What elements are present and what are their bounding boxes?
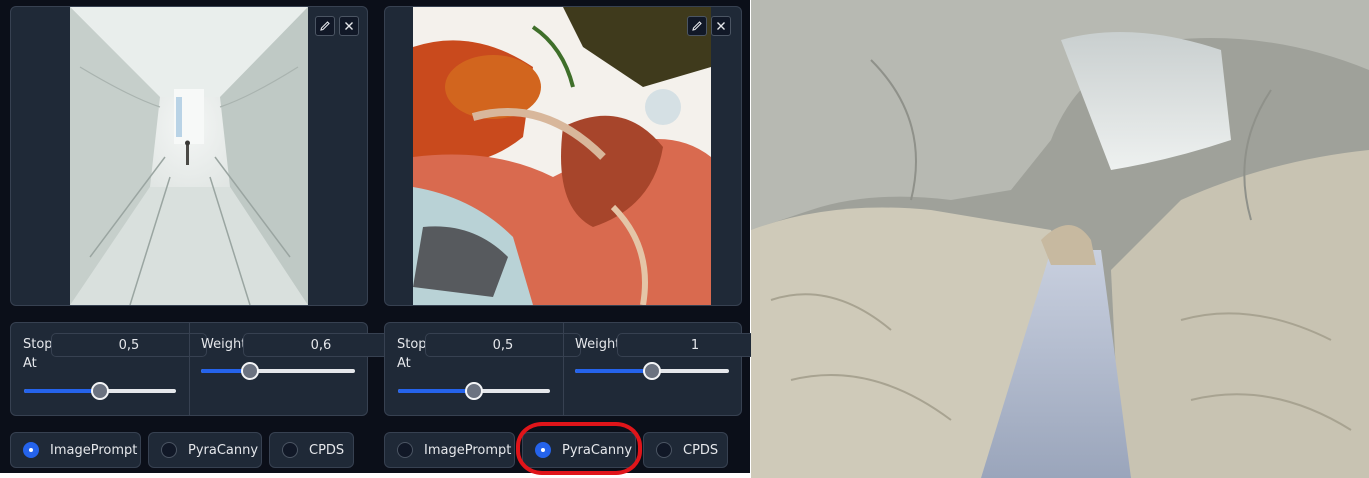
radio-dot — [535, 442, 551, 458]
stop-at-slider[interactable] — [398, 382, 550, 400]
stop-at-slider[interactable] — [24, 382, 176, 400]
stop-at-control: Stop At 0,5 — [385, 323, 581, 415]
radio-imageprompt[interactable]: ImagePrompt — [10, 432, 141, 468]
radio-label: ImagePrompt — [424, 442, 512, 458]
radio-label: CPDS — [683, 442, 719, 458]
stop-at-control: Stop At 0,5 — [11, 323, 207, 415]
weight-label: Weight — [201, 337, 247, 352]
slider-thumb[interactable] — [465, 382, 483, 400]
radio-dot — [282, 442, 298, 458]
radio-dot — [23, 442, 39, 458]
stop-at-label: Stop — [397, 337, 427, 352]
image-prompt-input-2[interactable] — [384, 6, 742, 306]
close-icon — [717, 22, 725, 30]
white-fabric-tunnel-result — [751, 0, 1369, 478]
radio-pyracanny[interactable]: PyraCanny — [148, 432, 262, 468]
slider-thumb[interactable] — [241, 362, 260, 380]
stop-at-label-line2: At — [23, 356, 37, 371]
radio-label: PyraCanny — [188, 442, 259, 458]
weight-input[interactable]: 1 — [617, 333, 773, 357]
image-prompt-input-1[interactable] — [10, 6, 368, 306]
abstract-colorful-render-thumbnail — [413, 7, 711, 305]
radio-pyracanny[interactable]: PyraCanny — [522, 432, 636, 468]
weight-slider[interactable] — [575, 362, 729, 380]
edit-button[interactable] — [687, 16, 707, 36]
slider-thumb[interactable] — [643, 362, 661, 380]
slider-thumb[interactable] — [91, 382, 109, 400]
radio-label: CPDS — [309, 442, 345, 458]
weight-control: Weight 0,6 — [190, 323, 399, 415]
radio-imageprompt[interactable]: ImagePrompt — [384, 432, 515, 468]
white-fabric-tunnel-thumbnail — [70, 7, 308, 305]
remove-image-button[interactable] — [339, 16, 359, 36]
controlnet-settings-2: Stop At 0,5 Weight 1 — [384, 322, 773, 416]
radio-label: ImagePrompt — [50, 442, 138, 458]
close-icon — [345, 22, 353, 30]
weight-input[interactable]: 0,6 — [243, 333, 399, 357]
weight-slider[interactable] — [201, 362, 355, 380]
pencil-icon — [692, 21, 702, 31]
radio-dot — [397, 442, 413, 458]
stop-at-label: Stop — [23, 337, 53, 352]
stop-at-label-line2: At — [397, 356, 411, 371]
stop-at-input[interactable]: 0,5 — [425, 333, 581, 357]
controlnet-settings-1: Stop At 0,5 Weight 0,6 — [10, 322, 399, 416]
edit-button[interactable] — [315, 16, 335, 36]
weight-control: Weight 1 — [564, 323, 773, 415]
stop-at-input[interactable]: 0,5 — [51, 333, 207, 357]
image-prompt-app: Stop At 0,5 Weight 0,6 Stop At 0,5 Weigh… — [0, 0, 773, 475]
pencil-icon — [320, 21, 330, 31]
radio-cpds[interactable]: CPDS — [643, 432, 728, 468]
weight-label: Weight — [575, 337, 621, 352]
radio-dot — [656, 442, 672, 458]
radio-label: PyraCanny — [562, 442, 633, 458]
radio-dot — [161, 442, 177, 458]
radio-cpds[interactable]: CPDS — [269, 432, 354, 468]
remove-image-button[interactable] — [711, 16, 731, 36]
